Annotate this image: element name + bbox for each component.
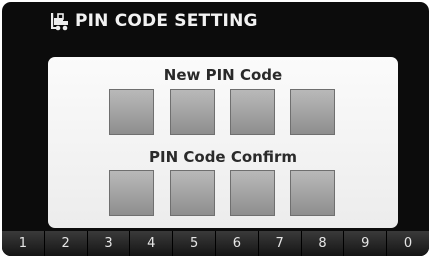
confirm-pin-digit-1[interactable] xyxy=(109,170,154,216)
page-title: PIN CODE SETTING xyxy=(75,11,258,31)
key-4[interactable]: 4 xyxy=(130,231,174,256)
key-1[interactable]: 1 xyxy=(2,231,45,256)
key-5[interactable]: 5 xyxy=(173,231,216,256)
new-pin-digit-1[interactable] xyxy=(109,89,154,135)
confirm-pin-digit-2[interactable] xyxy=(170,170,215,216)
new-pin-row xyxy=(109,89,337,137)
header-bar: PIN CODE SETTING xyxy=(2,2,429,40)
new-pin-digit-4[interactable] xyxy=(290,89,335,135)
key-6[interactable]: 6 xyxy=(215,231,259,256)
confirm-pin-row xyxy=(109,170,337,218)
new-pin-label: New PIN Code xyxy=(163,66,283,84)
key-7[interactable]: 7 xyxy=(258,231,302,256)
confirm-pin-digit-4[interactable] xyxy=(290,170,335,216)
numeric-keypad: 1 2 3 4 5 6 7 8 9 0 xyxy=(2,231,429,256)
confirm-pin-digit-3[interactable] xyxy=(230,170,275,216)
confirm-pin-label: PIN Code Confirm xyxy=(149,148,297,166)
key-8[interactable]: 8 xyxy=(301,231,345,256)
forklift-icon xyxy=(51,13,68,31)
pin-setting-screen: PIN CODE SETTING New PIN Code PIN Code C… xyxy=(2,2,429,256)
key-0[interactable]: 0 xyxy=(387,231,429,256)
new-pin-digit-3[interactable] xyxy=(230,89,275,135)
new-pin-digit-2[interactable] xyxy=(170,89,215,135)
key-3[interactable]: 3 xyxy=(87,231,131,256)
pin-entry-panel: New PIN Code PIN Code Confirm xyxy=(48,57,398,228)
key-2[interactable]: 2 xyxy=(44,231,88,256)
key-9[interactable]: 9 xyxy=(344,231,388,256)
